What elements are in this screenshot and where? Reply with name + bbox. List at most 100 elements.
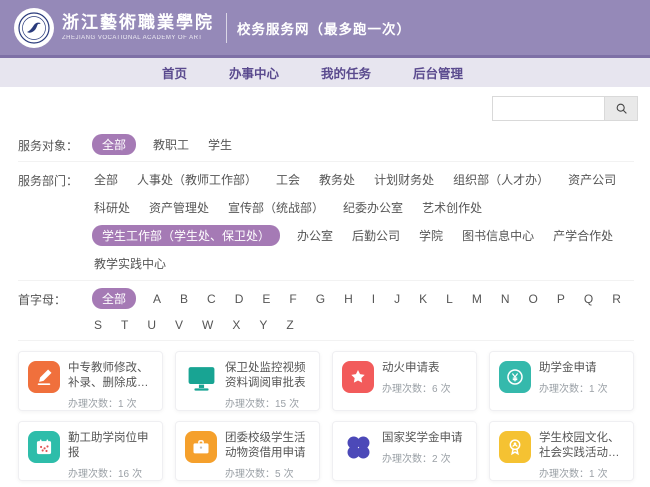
clover-icon — [342, 431, 374, 463]
filter-option[interactable]: U — [145, 316, 158, 334]
filters-panel: 服务对象：全部教职工学生服务部门：全部人事处（教师工作部）工会教务处计划财务处组… — [18, 127, 634, 341]
service-card[interactable]: 助学金申请办理次数：1次 — [489, 351, 634, 411]
calendar-icon — [28, 431, 60, 463]
monitor-icon — [185, 361, 217, 393]
card-body: 国家奖学金申请办理次数：2次 — [382, 431, 463, 474]
filter-option[interactable]: L — [444, 290, 455, 308]
filter-option[interactable]: C — [205, 290, 218, 308]
filter-option[interactable]: 全部 — [92, 169, 120, 190]
count-unit: 次 — [441, 454, 451, 465]
filter-option[interactable]: 办公室 — [295, 225, 335, 246]
filter-option[interactable]: 图书信息中心 — [460, 225, 536, 246]
filter-option[interactable]: 学院 — [417, 225, 445, 246]
filter-option[interactable]: B — [178, 290, 190, 308]
briefcase-icon — [185, 431, 217, 463]
filter-option[interactable]: I — [370, 290, 377, 308]
filter-option[interactable]: 学生工作部（学生处、保卫处） — [92, 225, 280, 246]
filter-option[interactable]: P — [555, 290, 567, 308]
filter-option[interactable]: E — [260, 290, 272, 308]
filter-option[interactable]: T — [119, 316, 130, 334]
filter-option[interactable]: Y — [257, 316, 269, 334]
filter-option[interactable]: 学生 — [206, 134, 234, 155]
filter-option[interactable]: 人事处（教师工作部） — [135, 169, 259, 190]
main-navbar: 首页 办事中心 我的任务 后台管理 — [0, 58, 650, 87]
count-label: 办理次数： — [382, 384, 432, 395]
card-count: 办理次数：1次 — [539, 465, 625, 480]
filter-option[interactable]: 全部 — [92, 288, 136, 309]
service-card[interactable]: 团委校级学生活动物资借用申请办理次数：5次 — [175, 421, 320, 481]
filter-service-target-label: 服务对象： — [18, 134, 92, 155]
card-count: 办理次数：15次 — [225, 395, 311, 410]
filter-option[interactable]: A — [151, 290, 163, 308]
count-value: 1 — [589, 469, 595, 480]
card-count: 办理次数：2次 — [382, 450, 463, 465]
card-body: 学生校园文化、社会实践活动审批备案办理次数：1次 — [539, 431, 625, 474]
service-card[interactable]: 保卫处监控视频资料调阅审批表办理次数：15次 — [175, 351, 320, 411]
filter-option[interactable]: 纪委办公室 — [341, 197, 405, 218]
count-label: 办理次数： — [225, 469, 275, 480]
filter-option[interactable]: V — [173, 316, 185, 334]
coin-icon — [499, 361, 531, 393]
nav-item-service-center[interactable]: 办事中心 — [229, 63, 279, 82]
filter-service-target: 服务对象：全部教职工学生 — [18, 127, 634, 162]
service-card[interactable]: 动火申请表办理次数：6次 — [332, 351, 477, 411]
filter-option[interactable]: 艺术创作处 — [420, 197, 484, 218]
search-button[interactable] — [604, 96, 638, 121]
service-card[interactable]: 国家奖学金申请办理次数：2次 — [332, 421, 477, 481]
filter-service-department: 服务部门：全部人事处（教师工作部） 工会教务处计划财务处组织部（人才办） 资产公司科… — [18, 162, 634, 281]
filter-option[interactable]: 教学实践中心 — [92, 253, 168, 274]
filter-option[interactable]: 资产管理处 — [147, 197, 211, 218]
card-count: 办理次数：1次 — [539, 380, 608, 395]
count-unit: 次 — [598, 384, 608, 395]
filter-option[interactable]: 科研处 — [92, 197, 132, 218]
filter-option[interactable]: X — [230, 316, 242, 334]
service-card-grid: 中专教师修改、补录、删除成绩申请办理次数：1次保卫处监控视频资料调阅审批表办理次… — [18, 351, 634, 487]
filter-option[interactable]: O — [526, 290, 539, 308]
card-body: 动火申请表办理次数：6次 — [382, 361, 451, 404]
count-label: 办理次数： — [68, 469, 118, 480]
count-value: 6 — [432, 384, 438, 395]
filter-option[interactable]: 资产公司 — [566, 169, 618, 190]
filter-option[interactable]: K — [417, 290, 429, 308]
filter-option[interactable]: 教职工 — [151, 134, 191, 155]
filter-option[interactable]: W — [200, 316, 215, 334]
search-input[interactable] — [492, 96, 604, 121]
filter-option[interactable]: 组织部（人才办） — [451, 169, 551, 190]
service-card[interactable]: 学生校园文化、社会实践活动审批备案办理次数：1次 — [489, 421, 634, 481]
search-icon — [615, 102, 628, 115]
filter-option[interactable]: 全部 — [92, 134, 136, 155]
service-card[interactable]: 中专教师修改、补录、删除成绩申请办理次数：1次 — [18, 351, 163, 411]
filter-option[interactable]: J — [392, 290, 402, 308]
card-count: 办理次数：6次 — [382, 380, 451, 395]
filter-service-department-label: 服务部门： — [18, 169, 92, 274]
filter-option[interactable]: F — [287, 290, 298, 308]
site-title: 校务服务网（最多跑一次） — [237, 18, 411, 38]
filter-option[interactable]: H — [342, 290, 355, 308]
filter-option[interactable]: G — [314, 290, 327, 308]
count-value: 1 — [118, 399, 124, 410]
filter-option[interactable]: M — [470, 290, 484, 308]
card-body: 助学金申请办理次数：1次 — [539, 361, 608, 404]
filter-option[interactable]: R — [610, 290, 623, 308]
count-unit: 次 — [127, 399, 137, 410]
filter-option[interactable]: 计划财务处 — [372, 169, 436, 190]
count-value: 1 — [589, 384, 595, 395]
filter-service-target-options: 全部教职工学生 — [92, 134, 234, 155]
filter-option[interactable]: N — [499, 290, 512, 308]
filter-option[interactable]: Q — [582, 290, 595, 308]
filter-option[interactable]: 后勤公司 — [350, 225, 402, 246]
filter-option[interactable]: 产学合作处 — [551, 225, 615, 246]
filter-first-letter: 首字母：全部ABCDEFGHIJKLMNOPQRSTUVWXYZ — [18, 281, 634, 341]
filter-option[interactable]: S — [92, 316, 104, 334]
filter-option[interactable]: Z — [284, 316, 295, 334]
filter-option[interactable]: 教务处 — [317, 169, 357, 190]
filter-option[interactable]: D — [233, 290, 246, 308]
service-card[interactable]: 勤工助学岗位申报办理次数：16次 — [18, 421, 163, 481]
nav-item-backend-admin[interactable]: 后台管理 — [413, 63, 463, 82]
filter-option[interactable]: 工会 — [274, 169, 302, 190]
nav-item-my-tasks[interactable]: 我的任务 — [321, 63, 371, 82]
filter-option[interactable]: 宣传部（统战部） — [226, 197, 326, 218]
count-unit: 次 — [132, 469, 142, 480]
search-row — [0, 87, 650, 125]
nav-item-home[interactable]: 首页 — [162, 63, 187, 82]
